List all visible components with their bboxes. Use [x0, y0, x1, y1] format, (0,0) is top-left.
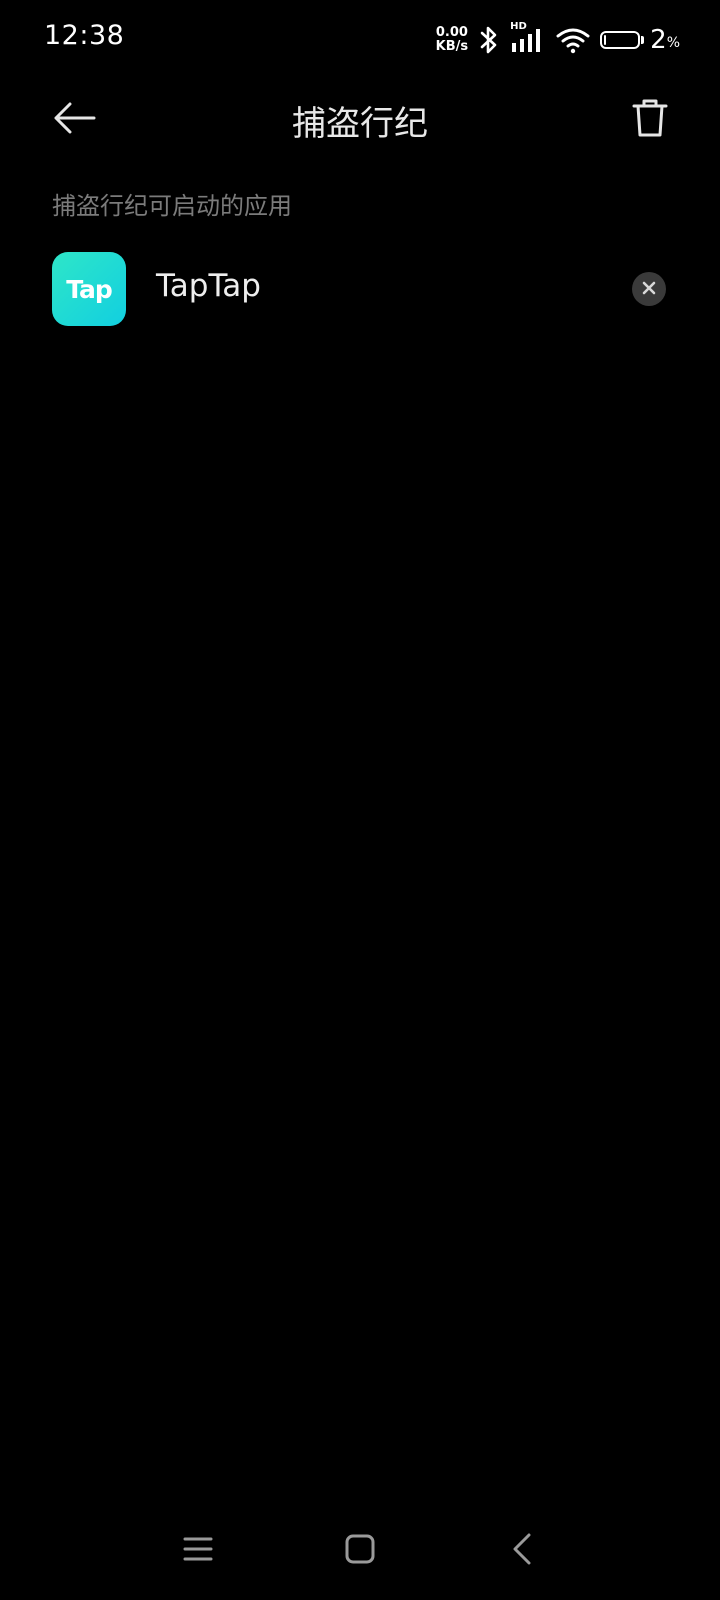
- taptap-app-icon: Tap: [52, 252, 126, 326]
- wifi-icon: [556, 26, 590, 54]
- network-speed: 0.00 KB/s: [436, 26, 468, 54]
- close-icon: [642, 280, 656, 299]
- signal-icon: HD: [510, 21, 546, 55]
- battery-level: 2: [650, 25, 667, 55]
- status-bar: 12:38 0.00 KB/s HD 2 %: [0, 0, 720, 80]
- network-speed-unit: KB/s: [435, 39, 469, 54]
- battery-body: [600, 31, 641, 49]
- back-icon: [511, 1533, 533, 1569]
- delete-button[interactable]: [628, 96, 672, 144]
- battery-fill: [604, 35, 607, 45]
- signal-hd-label: HD: [510, 21, 527, 32]
- battery-icon: 2 %: [600, 25, 680, 55]
- status-icons: 0.00 KB/s HD 2 %: [436, 21, 680, 58]
- app-name: TapTap: [156, 268, 261, 304]
- page-title: 捕盗行纪: [292, 104, 428, 144]
- home-button[interactable]: [335, 1526, 385, 1576]
- trash-icon: [632, 98, 668, 142]
- bluetooth-icon: [478, 25, 500, 55]
- app-icon-text: Tap: [66, 274, 113, 304]
- battery-percent-sign: %: [666, 35, 680, 51]
- nav-back-button[interactable]: [497, 1526, 547, 1576]
- section-label: 捕盗行纪可启动的应用: [52, 192, 292, 220]
- app-row[interactable]: Tap TapTap: [0, 244, 720, 334]
- battery-tip: [641, 36, 645, 44]
- remove-app-button[interactable]: [632, 272, 666, 306]
- menu-icon: [183, 1536, 213, 1566]
- network-speed-value: 0.00: [435, 25, 468, 40]
- status-time: 12:38: [44, 20, 125, 51]
- home-icon: [345, 1534, 375, 1568]
- recents-button[interactable]: [173, 1526, 223, 1576]
- header: 捕盗行纪: [0, 80, 720, 160]
- navigation-bar: [0, 1504, 720, 1600]
